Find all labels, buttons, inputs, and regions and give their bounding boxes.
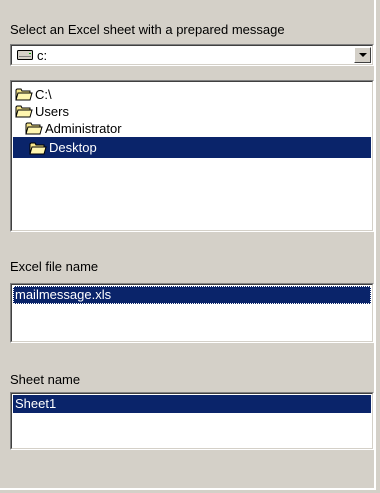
directory-item-administrator[interactable]: Administrator: [25, 118, 122, 138]
sheet-name-list[interactable]: Sheet1: [10, 392, 374, 450]
open-folder-icon: [15, 105, 33, 118]
directory-label: Desktop: [49, 140, 97, 155]
directory-label: Users: [35, 103, 69, 119]
excel-file-name-label: Excel file name: [10, 259, 99, 274]
excel-sheet-selector-panel: Select an Excel sheet with a prepared me…: [0, 0, 376, 490]
directory-label: Administrator: [45, 120, 122, 136]
sheet-selector-title: Select an Excel sheet with a prepared me…: [10, 22, 285, 37]
file-item-mailmessage[interactable]: mailmessage.xls: [13, 286, 371, 304]
sheet-item-sheet1[interactable]: Sheet1: [13, 395, 371, 413]
drive-dropdown-button[interactable]: [354, 47, 371, 63]
drive-value: c:: [37, 48, 48, 63]
excel-file-list[interactable]: mailmessage.xls: [10, 283, 374, 343]
drive-icon: [17, 50, 33, 60]
directory-item-desktop[interactable]: Desktop: [13, 137, 371, 158]
sheet-name-label: Sheet name: [10, 372, 81, 387]
open-folder-icon: [25, 122, 43, 135]
drive-combobox[interactable]: c:: [10, 44, 374, 66]
directory-list[interactable]: C:\ Users Administrator Desktop: [10, 80, 374, 232]
open-folder-icon: [15, 88, 33, 101]
open-folder-icon: [29, 142, 47, 154]
directory-label: C:\: [35, 86, 52, 102]
